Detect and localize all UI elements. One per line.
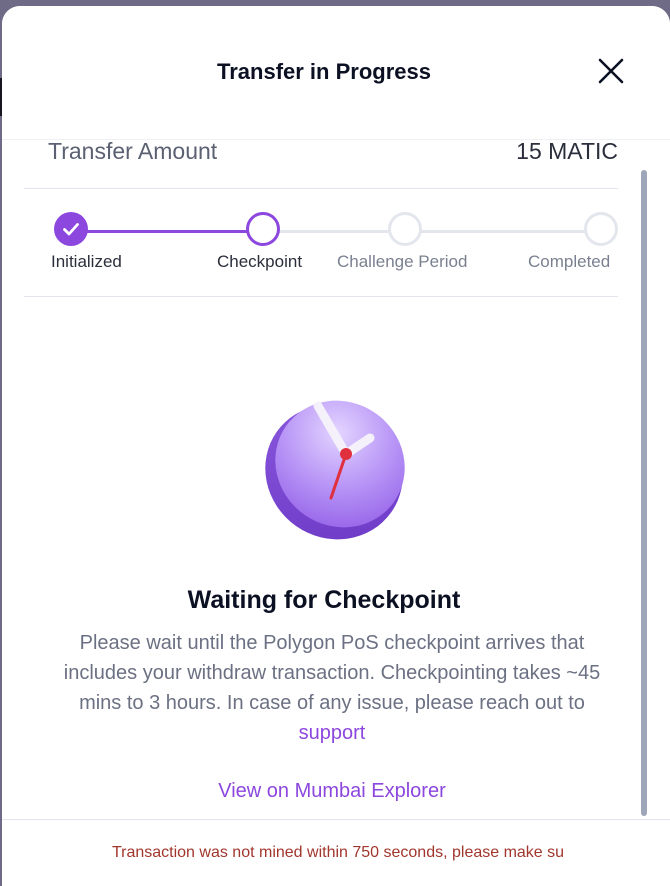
modal-header: Transfer in Progress [2, 6, 670, 140]
check-icon [63, 223, 79, 236]
support-link[interactable]: support [299, 722, 366, 744]
modal-footer: Transaction was not mined within 750 sec… [2, 819, 670, 886]
status-title: Waiting for Checkpoint [187, 586, 461, 614]
transfer-amount-label: Transfer Amount [48, 140, 218, 164]
step-label-initialized: Initialized [51, 252, 122, 271]
step-connector-completed [68, 230, 261, 233]
step-marker-checkpoint [246, 212, 280, 246]
clock-icon [258, 388, 414, 548]
transfer-amount-row: Transfer Amount 15 MATIC [24, 140, 618, 189]
step-marker-completed [584, 212, 618, 246]
close-button[interactable] [593, 53, 629, 89]
step-label-checkpoint: Checkpoint [217, 252, 303, 271]
transfer-amount-value: 15 MATIC [516, 140, 618, 164]
step-label-completed: Completed [528, 252, 611, 271]
step-marker-challenge-period [388, 212, 422, 246]
step-marker-initialized [54, 212, 88, 246]
scrollbar-thumb[interactable] [641, 170, 647, 816]
close-icon [598, 58, 624, 84]
modal-content: Transfer Amount 15 MATIC Initialized Che… [2, 140, 670, 820]
view-on-explorer-link[interactable]: View on Mumbai Explorer [2, 780, 662, 803]
error-message: Transaction was not mined within 750 sec… [111, 844, 565, 861]
step-connector-pending [279, 230, 594, 233]
transfer-modal: Transfer in Progress Transfer Amount 15 … [2, 6, 670, 886]
status-description-text: Please wait until the Polygon PoS checkp… [63, 632, 601, 714]
scrollbar[interactable] [641, 170, 647, 816]
step-label-challenge-period: Challenge Period [337, 252, 468, 271]
progress-stepper: Initialized Checkpoint Challenge Period … [24, 190, 618, 297]
modal-title: Transfer in Progress [217, 59, 431, 84]
status-description: Please wait until the Polygon PoS checkp… [54, 628, 610, 748]
